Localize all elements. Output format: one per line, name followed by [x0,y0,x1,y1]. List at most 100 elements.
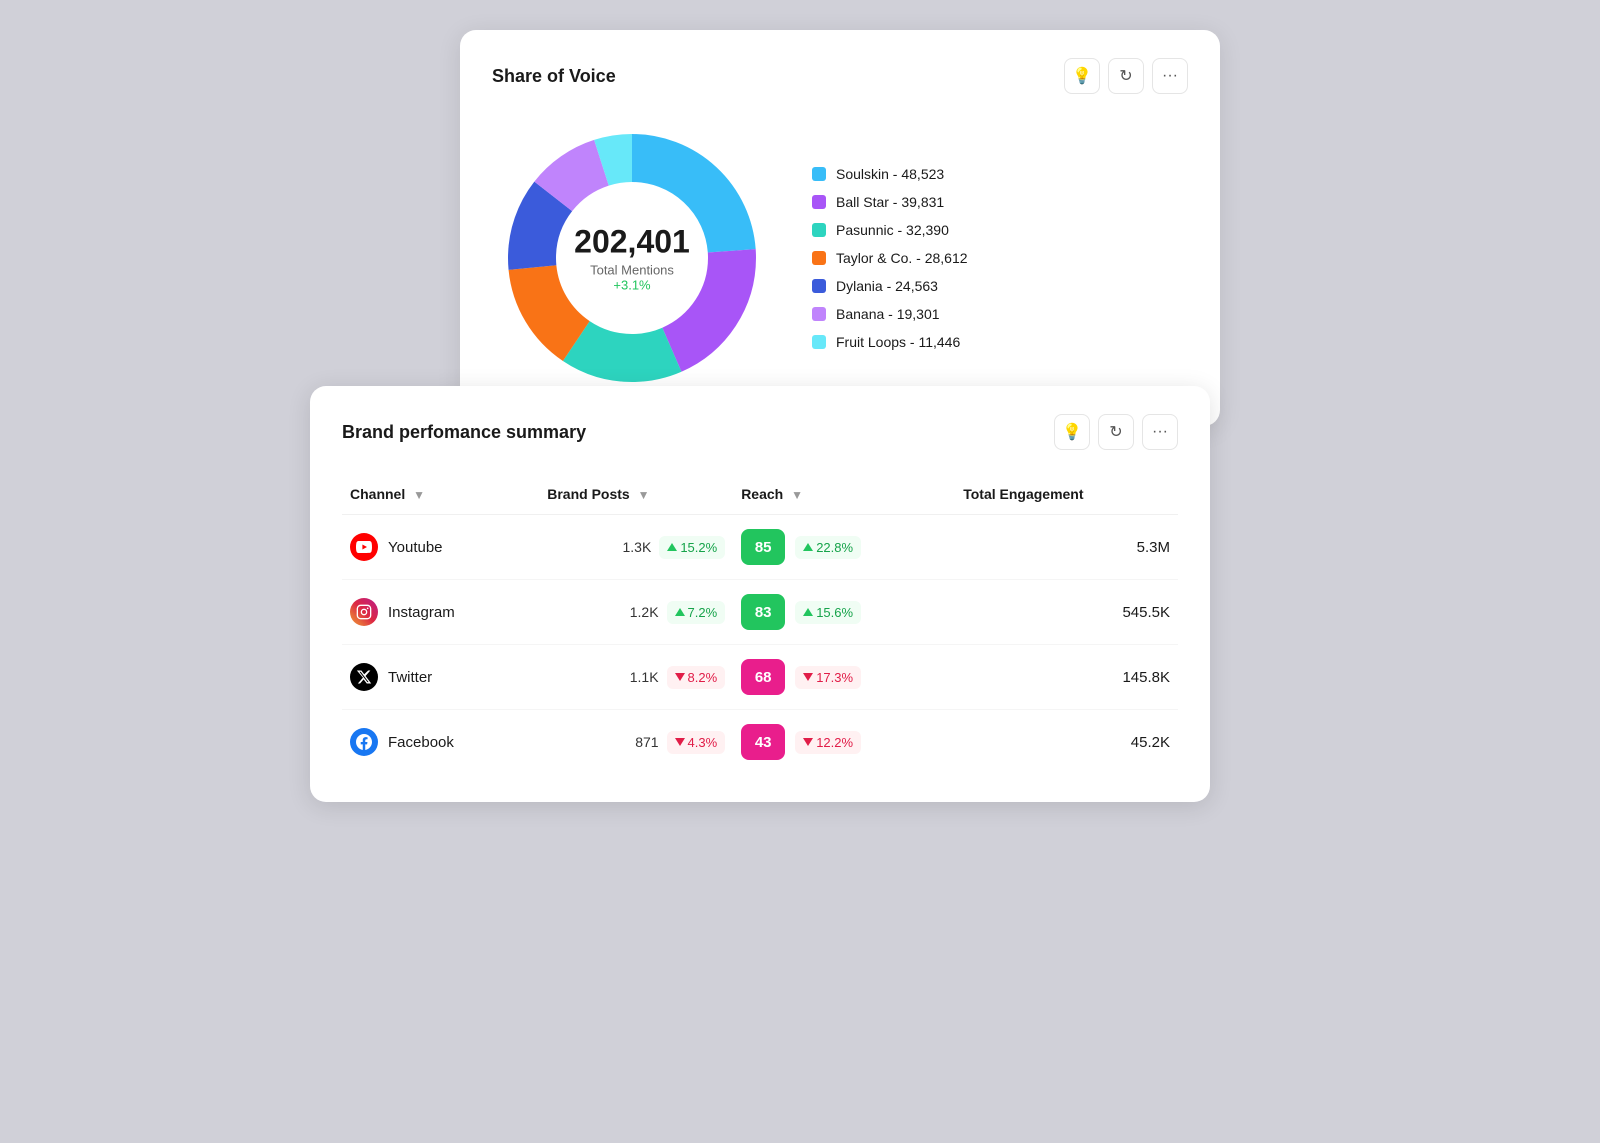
sov-header: Share of Voice 💡 ↻ ··· [492,58,1188,94]
up-arrow-icon [803,608,813,616]
reach-change-value: 15.6% [816,605,853,620]
reach-cell: 68 17.3% [733,645,955,710]
perf-refresh-button[interactable]: ↻ [1098,414,1134,450]
perf-card: Brand perfomance summary 💡 ↻ ··· Channel… [310,386,1210,802]
facebook-icon [350,728,378,756]
down-arrow-icon [803,673,813,681]
reach-change-value: 12.2% [816,735,853,750]
posts-change-badge: 4.3% [667,731,726,754]
brand-posts-cell: 871 4.3% [539,710,733,775]
posts-count: 1.1K [630,669,659,685]
donut-total: 202,401 [574,224,690,261]
reach-score: 68 [741,659,785,695]
posts-change-badge: 7.2% [667,601,726,624]
table-header-row: Channel ▼ Brand Posts ▼ Reach ▼ Total En… [342,474,1178,515]
legend-label: Fruit Loops - 11,446 [836,334,960,350]
posts-change-value: 8.2% [688,670,718,685]
table-row: Facebook 871 4.3% 43 12.2% 45.2K [342,710,1178,775]
perf-title: Brand perfomance summary [342,422,586,443]
reach-change-badge: 22.8% [795,536,861,559]
sov-actions: 💡 ↻ ··· [1064,58,1188,94]
channel-cell: Facebook [342,710,539,775]
legend-item: Pasunnic - 32,390 [812,222,968,238]
refresh-button[interactable]: ↻ [1108,58,1144,94]
donut-center: 202,401 Total Mentions +3.1% [574,224,690,293]
total-engagement-value: 545.5K [963,604,1170,621]
legend-item: Dylania - 24,563 [812,278,968,294]
reach-score: 43 [741,724,785,760]
channel-name: Facebook [388,734,454,751]
legend-color-dot [812,223,826,237]
table-row: Twitter 1.1K 8.2% 68 17.3% 145.8K [342,645,1178,710]
legend-item: Banana - 19,301 [812,306,968,322]
up-arrow-icon [675,608,685,616]
channel-name: Youtube [388,539,443,556]
channel-cell: Youtube [342,515,539,580]
reach-change-badge: 15.6% [795,601,861,624]
reach-sort-icon[interactable]: ▼ [791,488,803,502]
perf-table: Channel ▼ Brand Posts ▼ Reach ▼ Total En… [342,474,1178,774]
reach-cell: 85 22.8% [733,515,955,580]
brand-posts-cell: 1.1K 8.2% [539,645,733,710]
donut-change: +3.1% [574,278,690,293]
channel-name: Instagram [388,604,455,621]
youtube-icon [350,533,378,561]
reach-change-value: 22.8% [816,540,853,555]
perf-lightbulb-button[interactable]: 💡 [1054,414,1090,450]
posts-count: 1.2K [630,604,659,620]
donut-label: Total Mentions [574,263,690,278]
reach-cell: 83 15.6% [733,580,955,645]
legend-color-dot [812,251,826,265]
lightbulb-button[interactable]: 💡 [1064,58,1100,94]
col-brand-posts: Brand Posts ▼ [539,474,733,515]
sov-content: 202,401 Total Mentions +3.1% Soulskin - … [492,118,1188,398]
legend-color-dot [812,195,826,209]
brand-posts-cell: 1.2K 7.2% [539,580,733,645]
legend-label: Banana - 19,301 [836,306,940,322]
sov-card: Share of Voice 💡 ↻ ··· [460,30,1220,426]
brand-posts-sort-icon[interactable]: ▼ [638,488,650,502]
posts-change-value: 7.2% [688,605,718,620]
reach-score: 85 [741,529,785,565]
total-engagement-cell: 145.8K [955,645,1178,710]
perf-actions: 💡 ↻ ··· [1054,414,1178,450]
posts-count: 871 [635,734,658,750]
col-channel: Channel ▼ [342,474,539,515]
total-engagement-cell: 5.3M [955,515,1178,580]
legend-item: Ball Star - 39,831 [812,194,968,210]
down-arrow-icon [675,738,685,746]
donut-chart: 202,401 Total Mentions +3.1% [492,118,772,398]
posts-count: 1.3K [623,539,652,555]
legend-label: Taylor & Co. - 28,612 [836,250,968,266]
reach-change-badge: 12.2% [795,731,861,754]
legend-label: Ball Star - 39,831 [836,194,944,210]
legend-item: Soulskin - 48,523 [812,166,968,182]
legend-label: Soulskin - 48,523 [836,166,944,182]
legend-color-dot [812,335,826,349]
channel-name: Twitter [388,669,432,686]
legend-item: Fruit Loops - 11,446 [812,334,968,350]
posts-change-value: 4.3% [688,735,718,750]
posts-change-badge: 15.2% [659,536,725,559]
legend-item: Taylor & Co. - 28,612 [812,250,968,266]
channel-cell: Instagram [342,580,539,645]
down-arrow-icon [675,673,685,681]
channel-cell: Twitter [342,645,539,710]
table-row: Youtube 1.3K 15.2% 85 22.8% 5.3M [342,515,1178,580]
legend-label: Pasunnic - 32,390 [836,222,949,238]
perf-more-button[interactable]: ··· [1142,414,1178,450]
total-engagement-value: 145.8K [963,669,1170,686]
legend-color-dot [812,279,826,293]
posts-change-badge: 8.2% [667,666,726,689]
col-total-engagement: Total Engagement [955,474,1178,515]
legend-color-dot [812,167,826,181]
channel-sort-icon[interactable]: ▼ [413,488,425,502]
posts-change-value: 15.2% [680,540,717,555]
table-row: Instagram 1.2K 7.2% 83 15.6% 545.5K [342,580,1178,645]
perf-header: Brand perfomance summary 💡 ↻ ··· [342,414,1178,450]
brand-posts-cell: 1.3K 15.2% [539,515,733,580]
total-engagement-cell: 45.2K [955,710,1178,775]
down-arrow-icon [803,738,813,746]
more-button[interactable]: ··· [1152,58,1188,94]
legend-label: Dylania - 24,563 [836,278,938,294]
